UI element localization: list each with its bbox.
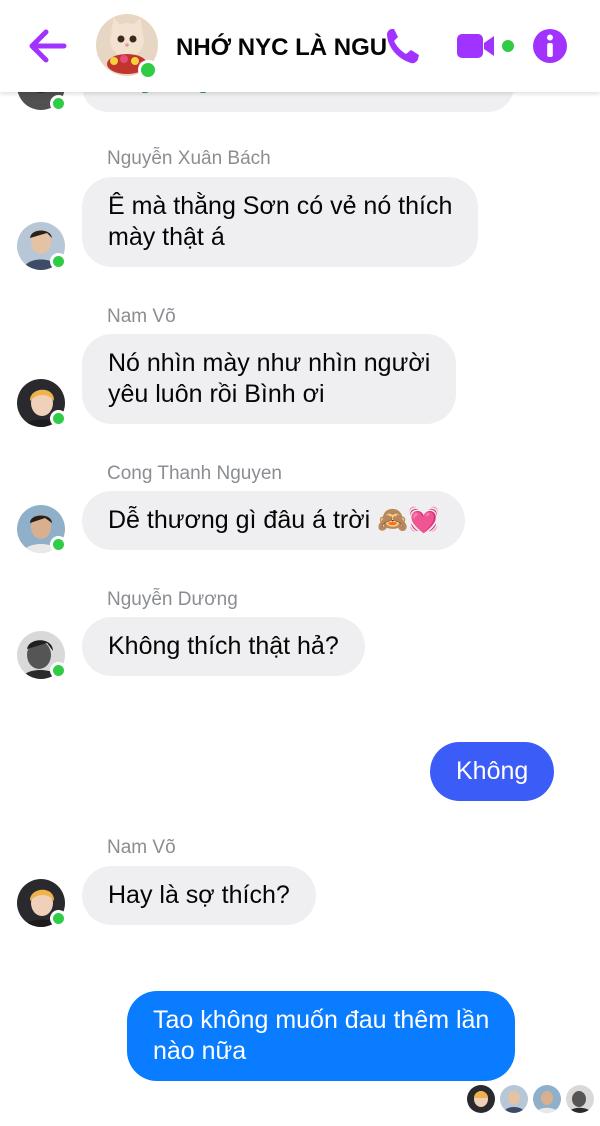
emoji-monkey-heart: 🙈💓 <box>377 506 440 534</box>
online-indicator <box>50 536 67 553</box>
sender-name: Nguyễn Xuân Bách <box>107 148 271 169</box>
outgoing-message-bubble[interactable]: Tao không muốn đau thêm lần nào nữa <box>127 991 516 1081</box>
conversation-info-button[interactable] <box>532 28 568 64</box>
message-text-line: Tao không muốn đau thêm lần <box>153 1006 490 1034</box>
back-button[interactable] <box>26 28 68 64</box>
message-bubble[interactable]: Nó nhìn mày như nhìn người yêu luôn rồi … <box>82 334 457 424</box>
video-call-button[interactable] <box>456 30 516 62</box>
message-text: Hay là sợ thích? <box>108 881 290 909</box>
message-text: Không <box>456 757 529 785</box>
message-text: Không thích thật hả? <box>108 632 339 660</box>
online-indicator <box>50 253 67 270</box>
info-icon <box>533 29 567 63</box>
sender-name: Nguyễn Dương <box>107 589 238 610</box>
online-indicator <box>138 60 158 80</box>
arrow-left-icon <box>29 29 67 63</box>
seen-receipt-avatar <box>467 1085 495 1113</box>
outgoing-message-bubble[interactable]: Không <box>430 742 555 801</box>
voice-call-button[interactable] <box>384 26 420 66</box>
online-indicator <box>50 910 67 927</box>
message-bubble[interactable]: Hay là sợ thích? <box>82 866 316 925</box>
seen-receipt-avatar <box>533 1085 561 1113</box>
seen-receipt-avatar <box>566 1085 594 1113</box>
sender-name: Nam Võ <box>107 837 176 858</box>
video-camera-icon <box>457 34 514 58</box>
message-text-line: nào nữa <box>153 1037 247 1065</box>
online-indicator <box>50 410 67 427</box>
message-bubble[interactable]: Dễ thương gì đâu á trời 🙈💓 <box>82 491 466 550</box>
seen-receipt-avatar <box>500 1085 528 1113</box>
message-bubble[interactable]: Không thích thật hả? <box>82 617 365 676</box>
sender-name: Nam Võ <box>107 306 176 327</box>
sender-name: Cong Thanh Nguyen <box>107 463 282 484</box>
message-text: Dễ thương gì đâu á trời <box>108 506 371 534</box>
online-indicator <box>50 95 67 112</box>
message-bubble[interactable]: Ê mà thằng Sơn có vẻ nó thích mày thật á <box>82 177 479 267</box>
conversation-title[interactable]: NHỚ NYC LÀ NGU <box>176 32 414 64</box>
message-text-line: yêu luôn rồi Bình ơi <box>108 380 325 408</box>
online-indicator <box>50 662 67 679</box>
message-text-line: Ê mà thằng Sơn có vẻ nó thích <box>108 192 453 220</box>
message-text-line: Nó nhìn mày như nhìn người <box>108 349 431 377</box>
message-text-line: mày thật á <box>108 223 225 251</box>
conversation-header: NHỚ NYC LÀ NGU <box>0 0 600 92</box>
phone-icon <box>387 29 419 64</box>
